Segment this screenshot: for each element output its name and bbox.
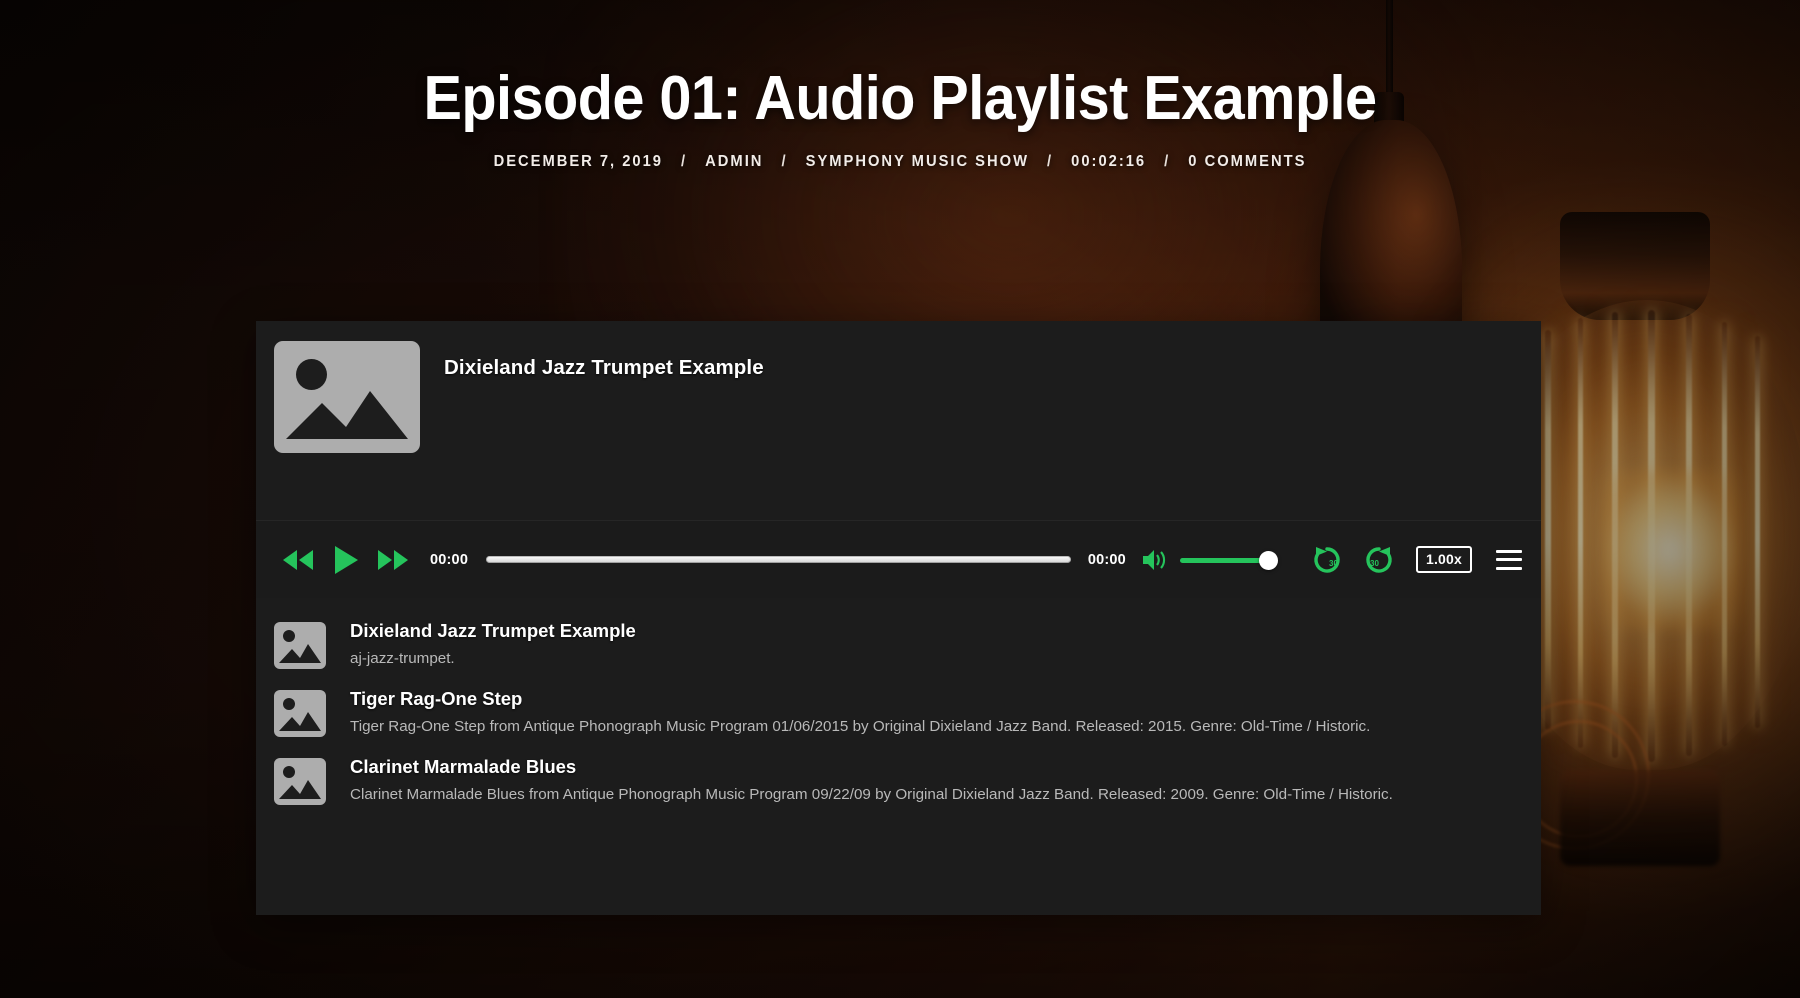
- menu-bar: [1496, 558, 1522, 561]
- post-meta-bar: DECEMBER 7, 2019 / ADMIN / SYMPHONY MUSI…: [45, 153, 1755, 171]
- volume-slider[interactable]: [1179, 549, 1278, 571]
- now-playing-header: Dixieland Jazz Trumpet Example: [256, 321, 1541, 520]
- hamburger-menu-icon[interactable]: [1496, 549, 1522, 570]
- post-author[interactable]: ADMIN: [705, 153, 763, 171]
- fast-forward-icon[interactable]: [374, 545, 412, 575]
- placeholder-mountain-icon: [286, 391, 408, 439]
- playback-speed-button[interactable]: 1.00x: [1415, 546, 1472, 573]
- play-icon[interactable]: [325, 542, 365, 578]
- replay-30-icon[interactable]: 30: [1312, 545, 1342, 575]
- meta-separator: /: [1047, 153, 1054, 171]
- meta-separator: /: [781, 153, 788, 171]
- playlist: Dixieland Jazz Trumpet Example aj-jazz-t…: [256, 598, 1541, 815]
- playlist-item[interactable]: Dixieland Jazz Trumpet Example aj-jazz-t…: [274, 611, 1519, 679]
- volume-high-icon[interactable]: [1142, 548, 1168, 572]
- rewind-icon[interactable]: [279, 545, 317, 575]
- playlist-item-description: Clarinet Marmalade Blues from Antique Ph…: [350, 785, 1393, 803]
- post-comments[interactable]: 0 COMMENTS: [1188, 153, 1306, 171]
- total-time-label: 00:00: [1087, 551, 1126, 568]
- playlist-item-description: Tiger Rag-One Step from Antique Phonogra…: [350, 717, 1371, 735]
- page-root: Episode 01: Audio Playlist Example DECEM…: [0, 0, 1800, 998]
- volume-knob[interactable]: [1258, 550, 1278, 570]
- placeholder-mountain-icon: [279, 712, 321, 732]
- current-time-label: 00:00: [430, 551, 469, 568]
- meta-separator: /: [1164, 153, 1171, 171]
- forward-30-icon[interactable]: 30: [1364, 545, 1394, 575]
- bulb-filament-core-glow: [1600, 470, 1740, 630]
- image-placeholder-icon: [274, 690, 326, 738]
- image-placeholder-icon: [274, 758, 326, 806]
- progress-slider[interactable]: [486, 556, 1071, 563]
- post-header: Episode 01: Audio Playlist Example DECEM…: [0, 66, 1800, 171]
- post-date: DECEMBER 7, 2019: [493, 153, 663, 171]
- meta-separator: /: [681, 153, 688, 171]
- playlist-item-title: Tiger Rag-One Step: [350, 688, 523, 710]
- playlist-item-description: aj-jazz-trumpet.: [350, 649, 455, 667]
- audio-player-panel: Dixieland Jazz Trumpet Example 00:00 00:…: [256, 321, 1541, 915]
- image-placeholder-icon: [274, 341, 420, 453]
- bulb-filament-1: [1545, 330, 1551, 730]
- placeholder-mountain-icon: [279, 780, 321, 800]
- forward-seconds-label: 30: [1370, 559, 1379, 568]
- edison-bulb-base: [1560, 770, 1720, 866]
- post-duration: 00:02:16: [1071, 153, 1147, 171]
- playlist-item-title: Clarinet Marmalade Blues: [350, 756, 577, 778]
- playlist-item-text: Dixieland Jazz Trumpet Example aj-jazz-t…: [350, 620, 646, 670]
- bulb-filament-7: [1755, 336, 1760, 728]
- image-placeholder-icon: [274, 622, 326, 669]
- page-title: Episode 01: Audio Playlist Example: [423, 64, 1377, 133]
- playlist-item-title: Dixieland Jazz Trumpet Example: [350, 620, 636, 641]
- post-category[interactable]: SYMPHONY MUSIC SHOW: [806, 153, 1029, 171]
- playlist-item[interactable]: Clarinet Marmalade Blues Clarinet Marmal…: [274, 747, 1519, 815]
- playlist-item-text: Clarinet Marmalade Blues Clarinet Marmal…: [350, 756, 1403, 806]
- playlist-item-text: Tiger Rag-One Step Tiger Rag-One Step fr…: [350, 688, 1380, 738]
- playlist-item[interactable]: Tiger Rag-One Step Tiger Rag-One Step fr…: [274, 679, 1519, 747]
- menu-bar: [1496, 549, 1522, 553]
- placeholder-mountain-icon: [279, 644, 321, 663]
- now-playing-title: Dixieland Jazz Trumpet Example: [444, 356, 764, 379]
- replay-seconds-label: 30: [1329, 559, 1338, 568]
- player-controls-bar: 00:00 00:00 30 30 1.00x: [256, 520, 1541, 598]
- menu-bar: [1496, 566, 1522, 570]
- bulb-filament-2: [1578, 318, 1583, 748]
